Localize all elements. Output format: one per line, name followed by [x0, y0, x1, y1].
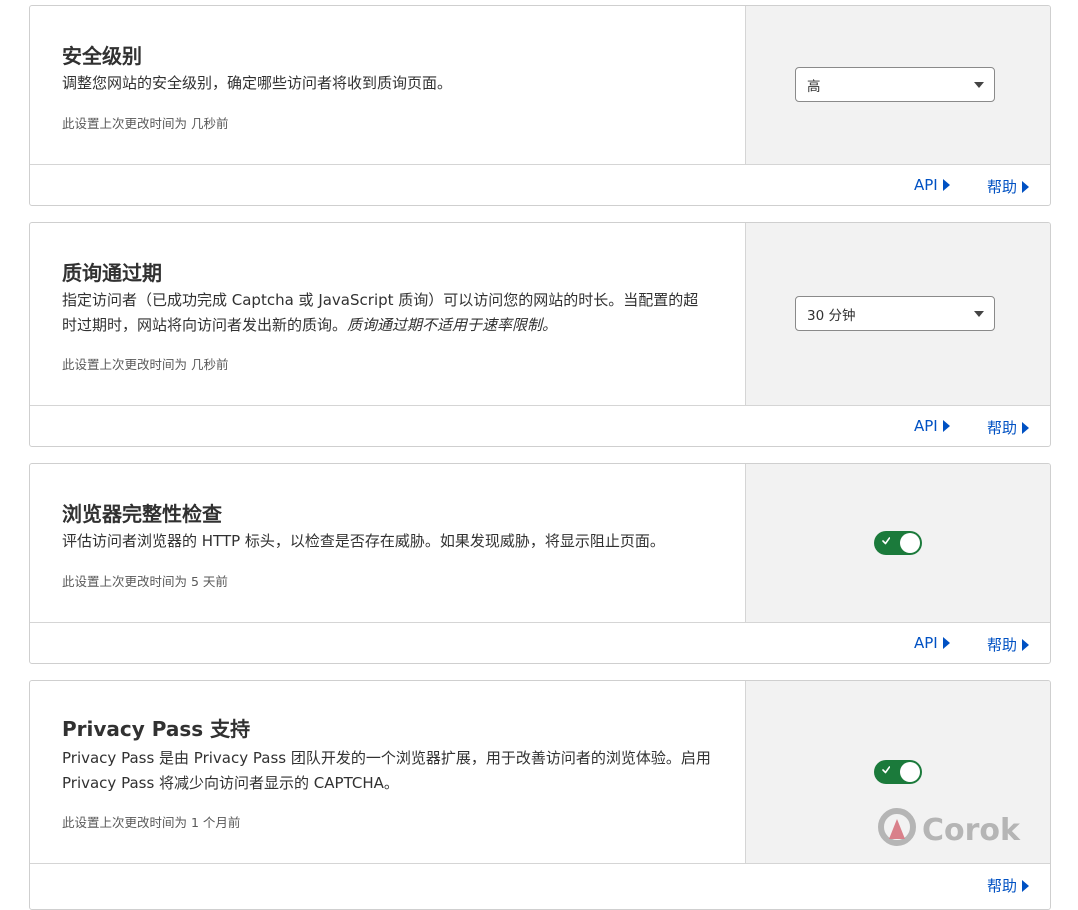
- caret-right-icon: [1022, 638, 1030, 651]
- help-link[interactable]: 帮助: [987, 875, 1030, 896]
- control-panel: Corok: [745, 681, 1050, 863]
- select-value: 高: [807, 78, 821, 95]
- card-footer: API 帮助: [30, 165, 1050, 205]
- dropdown-caret-icon: [974, 311, 984, 317]
- card-description: 评估访问者浏览器的 HTTP 标头，以检查是否存在威胁。如果发现威胁，将显示阻止…: [62, 532, 665, 550]
- watermark-logo: Corok: [878, 808, 1021, 848]
- select-value: 30 分钟: [807, 307, 856, 324]
- security-level-card: 安全级别 调整您网站的安全级别，确定哪些访问者将收到质询页面。 此设置上次更改时…: [29, 5, 1051, 206]
- control-panel: 高: [745, 6, 1050, 164]
- last-modified-text: 此设置上次更改时间为 1 个月前: [62, 815, 241, 830]
- card-description: Privacy Pass 是由 Privacy Pass 团队开发的一个浏览器扩…: [62, 749, 711, 792]
- caret-right-icon: [1022, 180, 1030, 193]
- card-footer: 帮助: [30, 864, 1050, 905]
- security-level-select[interactable]: 高: [795, 67, 995, 102]
- check-icon: [882, 537, 890, 545]
- card-description-note: 质询通过期不适用于速率限制。: [347, 316, 558, 334]
- control-panel: 30 分钟: [745, 223, 1050, 405]
- browser-integrity-card: 浏览器完整性检查 评估访问者浏览器的 HTTP 标头，以检查是否存在威胁。如果发…: [29, 463, 1051, 664]
- card-title: 浏览器完整性检查: [62, 502, 222, 526]
- challenge-passage-card: 质询通过期 指定访问者（已成功完成 Captcha 或 JavaScript 质…: [29, 222, 1051, 447]
- card-title: 质询通过期: [62, 261, 162, 285]
- check-icon: [882, 766, 890, 774]
- challenge-passage-select[interactable]: 30 分钟: [795, 296, 995, 331]
- privacy-pass-toggle[interactable]: [874, 760, 922, 784]
- caret-right-icon: [942, 637, 950, 649]
- caret-right-icon: [1022, 421, 1030, 434]
- card-footer: API 帮助: [30, 406, 1050, 446]
- watermark-text: Corok: [922, 813, 1021, 848]
- api-link[interactable]: API: [914, 634, 950, 652]
- card-footer: API 帮助: [30, 623, 1050, 663]
- last-modified-text: 此设置上次更改时间为 5 天前: [62, 574, 228, 589]
- card-title: 安全级别: [62, 44, 142, 68]
- privacy-pass-card: Privacy Pass 支持 Privacy Pass 是由 Privacy …: [29, 680, 1051, 910]
- api-link[interactable]: API: [914, 417, 950, 435]
- toggle-knob: [900, 533, 920, 553]
- caret-right-icon: [1022, 879, 1030, 892]
- help-link[interactable]: 帮助: [987, 634, 1030, 655]
- card-description: 调整您网站的安全级别，确定哪些访问者将收到质询页面。: [62, 74, 453, 92]
- caret-right-icon: [942, 420, 950, 432]
- control-panel: [745, 464, 1050, 622]
- browser-integrity-toggle[interactable]: [874, 531, 922, 555]
- last-modified-text: 此设置上次更改时间为 几秒前: [62, 357, 229, 372]
- help-link[interactable]: 帮助: [987, 176, 1030, 197]
- caret-right-icon: [942, 179, 950, 191]
- help-link[interactable]: 帮助: [987, 417, 1030, 438]
- last-modified-text: 此设置上次更改时间为 几秒前: [62, 116, 229, 131]
- api-link[interactable]: API: [914, 176, 950, 194]
- dropdown-caret-icon: [974, 82, 984, 88]
- card-title: Privacy Pass 支持: [62, 717, 251, 741]
- toggle-knob: [900, 762, 920, 782]
- card-description: 指定访问者（已成功完成 Captcha 或 JavaScript 质询）可以访问…: [62, 291, 699, 334]
